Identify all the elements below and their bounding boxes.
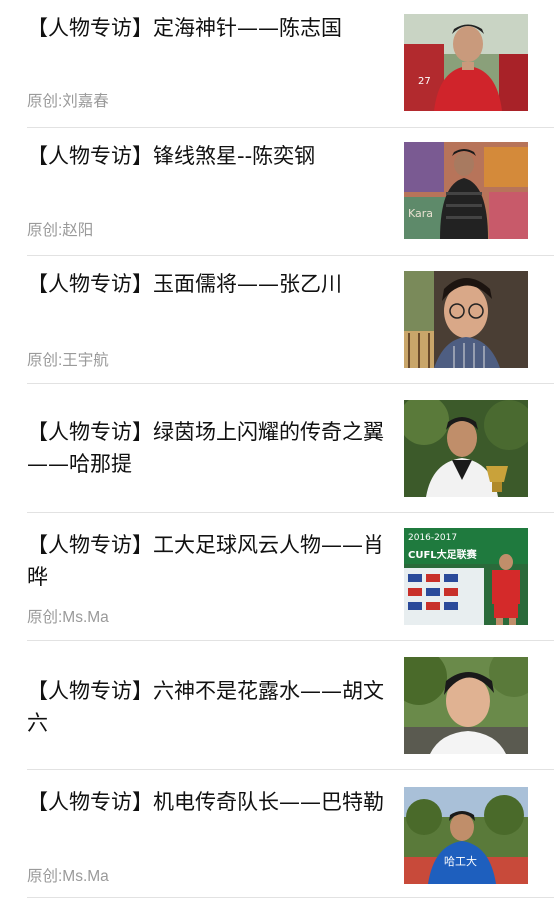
article-title[interactable]: 【人物专访】绿茵场上闪耀的传奇之翼——哈那提 [27,416,389,480]
article-item[interactable]: 【人物专访】工大足球风云人物——肖晔 原创:Ms.Ma 2016-2017 CU… [27,513,554,641]
article-author: 原创:刘嘉春 [27,93,109,110]
article-thumbnail[interactable] [404,657,528,754]
banner-years: 2016-2017 [408,533,457,543]
article-author: 原创:王宇航 [27,352,109,369]
soccer-player-red-jersey-photo: 27 [404,14,528,111]
article-thumbnail[interactable]: 2016-2017 CUFL大足联赛 [404,528,528,625]
svg-text:27: 27 [418,76,431,87]
article-title[interactable]: 【人物专访】工大足球风云人物——肖晔 [27,529,389,593]
player-blue-jersey-photo: 哈工大 [404,787,528,884]
article-author: 原创:Ms.Ma [27,868,109,885]
article-item[interactable]: 【人物专访】六神不是花露水——胡文六 [27,641,554,770]
man-graffiti-wall-photo: Kara [404,142,528,239]
article-thumbnail[interactable] [404,271,528,368]
cufl-banner-player-photo: 2016-2017 CUFL大足联赛 [404,528,528,625]
article-title[interactable]: 【人物专访】锋线煞星--陈奕钢 [27,140,389,172]
article-author: 原创:赵阳 [27,222,94,239]
article-title[interactable]: 【人物专访】六神不是花露水——胡文六 [27,675,389,739]
svg-text:Kara: Kara [408,207,433,220]
article-title[interactable]: 【人物专访】机电传奇队长——巴特勒 [27,786,389,818]
article-thumbnail[interactable]: Kara [404,142,528,239]
article-title[interactable]: 【人物专访】定海神针——陈志国 [27,12,389,44]
article-author: 原创:Ms.Ma [27,609,109,626]
article-item[interactable]: 【人物专访】绿茵场上闪耀的传奇之翼——哈那提 [27,384,554,513]
banner-league: CUFL大足联赛 [408,548,478,561]
article-thumbnail[interactable]: 27 [404,14,528,111]
article-title[interactable]: 【人物专访】玉面儒将——张乙川 [27,268,389,300]
article-item[interactable]: 【人物专访】定海神针——陈志国 原创:刘嘉春 27 [27,0,554,128]
article-item[interactable]: 【人物专访】锋线煞星--陈奕钢 原创:赵阳 Kara [27,128,554,256]
young-man-glasses-photo [404,271,528,368]
article-item[interactable]: 【人物专访】机电传奇队长——巴特勒 原创:Ms.Ma 哈工大 [27,770,554,898]
man-with-trophy-photo [404,400,528,497]
article-item[interactable]: 【人物专访】玉面儒将——张乙川 原创:王宇航 [27,256,554,384]
article-thumbnail[interactable] [404,400,528,497]
article-thumbnail[interactable]: 哈工大 [404,787,528,884]
jersey-text: 哈工大 [444,854,477,868]
young-man-trees-photo [404,657,528,754]
